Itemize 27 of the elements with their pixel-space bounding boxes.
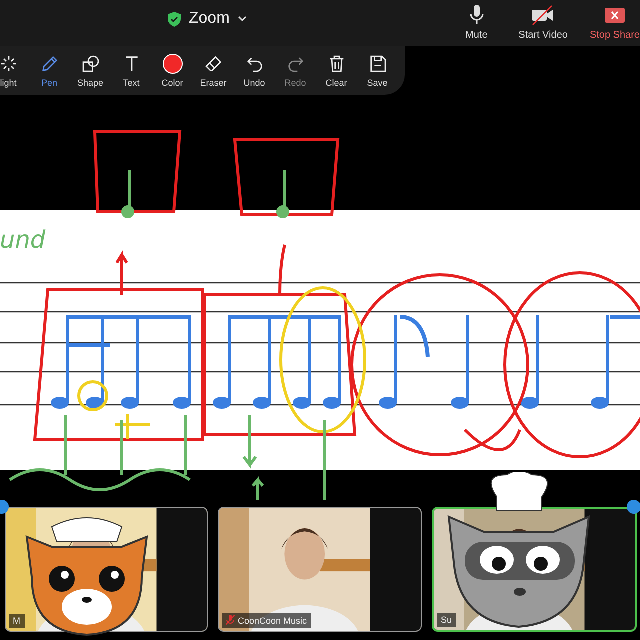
eraser-tool[interactable]: Eraser [195,54,232,88]
save-tool[interactable]: Save [359,54,396,88]
window-title: Zoom [189,10,230,28]
caret-icon[interactable] [238,16,247,22]
pen-icon [40,54,60,74]
undo-tool[interactable]: Undo [236,54,273,88]
spotlight-tool[interactable]: light [0,54,27,88]
mute-button[interactable]: Mute [456,4,497,41]
shield-icon [168,12,181,26]
clear-tool[interactable]: Clear [318,54,355,88]
pen-tool[interactable]: Pen [31,54,68,88]
start-video-button[interactable]: Start Video [518,4,568,41]
participant-name-label: Su [437,613,456,627]
pin-icon[interactable] [627,500,640,514]
shape-icon [80,54,100,74]
microphone-icon [468,4,485,26]
save-icon [368,54,388,74]
annotation-text: und [0,226,46,254]
color-tool[interactable]: Color [154,54,191,88]
text-tool[interactable]: Text [113,54,150,88]
participant-name-label: M [9,614,24,628]
stop-share-button[interactable]: Stop Share [590,4,640,41]
video-off-icon [531,4,556,26]
eraser-icon [204,54,224,74]
spotlight-icon [0,54,18,74]
shape-tool[interactable]: Shape [72,54,109,88]
participant-name-label: CoonCoon Music [222,613,312,628]
